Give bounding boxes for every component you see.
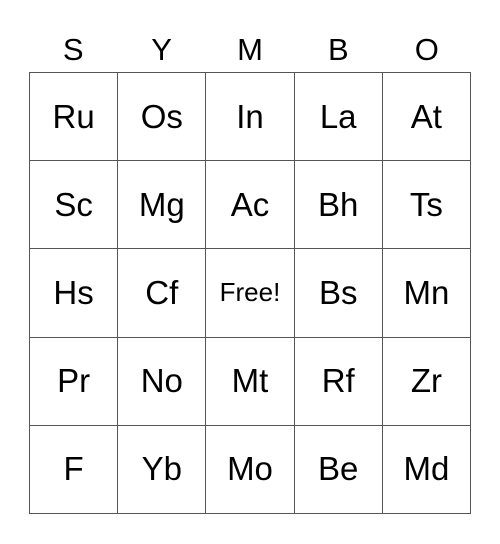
bingo-cell[interactable]: Ts bbox=[382, 161, 471, 250]
free-space-cell[interactable]: Free! bbox=[206, 249, 295, 338]
bingo-cell[interactable]: Cf bbox=[118, 249, 207, 338]
bingo-card: Ru Os In La At Sc Mg Ac Bh Ts Hs Cf Free… bbox=[29, 72, 471, 514]
header-letter: M bbox=[237, 32, 263, 67]
bingo-cell[interactable]: Be bbox=[294, 425, 383, 514]
header-letter: B bbox=[328, 32, 349, 67]
bingo-cell[interactable]: Zr bbox=[382, 337, 471, 426]
bingo-cell[interactable]: Ru bbox=[30, 73, 119, 162]
bingo-cell[interactable]: Mo bbox=[206, 425, 295, 514]
bingo-cell[interactable]: Bs bbox=[294, 249, 383, 338]
header-letter: S bbox=[62, 32, 84, 67]
bingo-cell[interactable]: La bbox=[294, 73, 383, 162]
bingo-cell[interactable]: Hs bbox=[30, 249, 119, 338]
bingo-cell[interactable]: Mg bbox=[118, 161, 207, 250]
bingo-cell[interactable]: F bbox=[30, 425, 119, 514]
bingo-cell[interactable]: Pr bbox=[30, 337, 119, 426]
bingo-cell[interactable]: No bbox=[118, 337, 207, 426]
header-letter: O bbox=[414, 32, 439, 67]
bingo-cell[interactable]: Sc bbox=[30, 161, 119, 250]
bingo-cell[interactable]: In bbox=[206, 73, 295, 162]
header-letter: Y bbox=[151, 32, 172, 67]
bingo-cell[interactable]: At bbox=[382, 73, 471, 162]
bingo-cell[interactable]: Os bbox=[118, 73, 207, 162]
bingo-cell[interactable]: Rf bbox=[294, 337, 383, 426]
bingo-cell[interactable]: Bh bbox=[294, 161, 383, 250]
bingo-cell[interactable]: Mn bbox=[382, 249, 471, 338]
bingo-cell[interactable]: Ac bbox=[206, 161, 295, 250]
bingo-cell[interactable]: Md bbox=[382, 425, 471, 514]
bingo-header: S Y M B O bbox=[29, 28, 471, 72]
bingo-cell[interactable]: Yb bbox=[118, 425, 207, 514]
bingo-cell[interactable]: Mt bbox=[206, 337, 295, 426]
